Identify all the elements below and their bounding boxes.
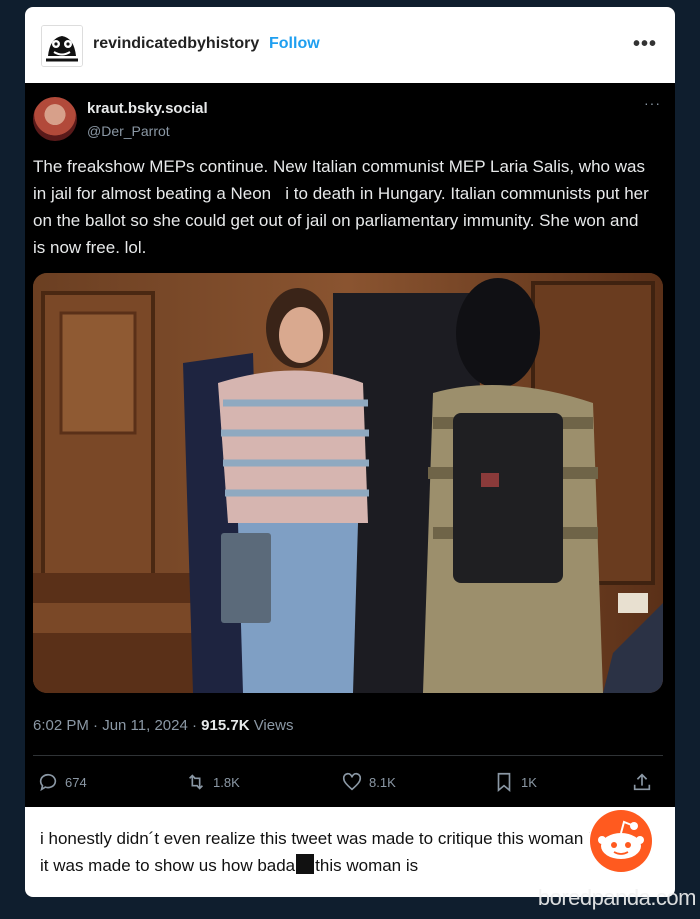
post-options-icon[interactable]: •••	[633, 33, 657, 56]
courtroom-photo-illustration	[33, 273, 663, 693]
bookmark-icon	[497, 772, 511, 793]
blog-avatar[interactable]	[41, 25, 83, 67]
reply-button[interactable]: 674	[37, 769, 87, 795]
tweet-views-count: 915.7K	[201, 717, 250, 734]
repost-button[interactable]: 1.8K	[185, 769, 240, 795]
blog-username[interactable]: revindicatedbyhistory	[93, 35, 259, 53]
boredpanda-logo-icon	[590, 810, 652, 872]
tweet-divider	[33, 755, 663, 756]
follow-button[interactable]: Follow	[269, 35, 320, 53]
repost-count: 1.8K	[213, 774, 240, 790]
repost-icon	[188, 774, 204, 790]
tweet-text: The freakshow MEPs continue. New Italian…	[33, 157, 649, 257]
comment-box: i honestly didn´t even realize this twee…	[25, 807, 675, 897]
tweet-actions-bar: 674 1.8K 8.1K 1K	[33, 769, 663, 795]
comment-text-part-2: this woman is	[315, 856, 419, 875]
heart-icon	[342, 772, 362, 791]
tweet-more-icon: ···	[644, 95, 661, 111]
comment-text: i honestly didn´t even realize this twee…	[40, 825, 660, 879]
tweet-meta: 6:02 PM · Jun 11, 2024 · 915.7K Views	[33, 717, 293, 734]
reply-icon	[39, 773, 57, 792]
screenshot-card: revindicatedbyhistory Follow ••• kraut.b…	[25, 7, 675, 897]
tumblr-post-header: revindicatedbyhistory Follow •••	[25, 7, 675, 83]
frog-skull-avatar-icon	[42, 26, 82, 66]
censor-block	[296, 854, 315, 874]
tweet-photo	[33, 273, 663, 693]
tweet-timestamp: 6:02 PM · Jun 11, 2024 ·	[33, 717, 202, 734]
tweet-author-avatar	[33, 97, 77, 141]
share-button[interactable]	[631, 769, 659, 795]
bookmark-count: 1K	[521, 774, 537, 790]
reply-count: 674	[65, 774, 87, 790]
like-count: 8.1K	[369, 774, 396, 790]
tweet-author-name: kraut.bsky.social	[87, 100, 208, 117]
bookmark-button[interactable]: 1K	[493, 769, 537, 795]
snoo-icon	[598, 820, 644, 859]
share-icon	[633, 773, 651, 791]
tweet-views-label: Views	[249, 717, 294, 734]
embedded-tweet: kraut.bsky.social @Der_Parrot ··· The fr…	[25, 83, 675, 807]
tweet-author-handle: @Der_Parrot	[87, 123, 170, 139]
boredpanda-watermark: boredpanda.com	[537, 885, 697, 910]
like-button[interactable]: 8.1K	[341, 769, 396, 795]
